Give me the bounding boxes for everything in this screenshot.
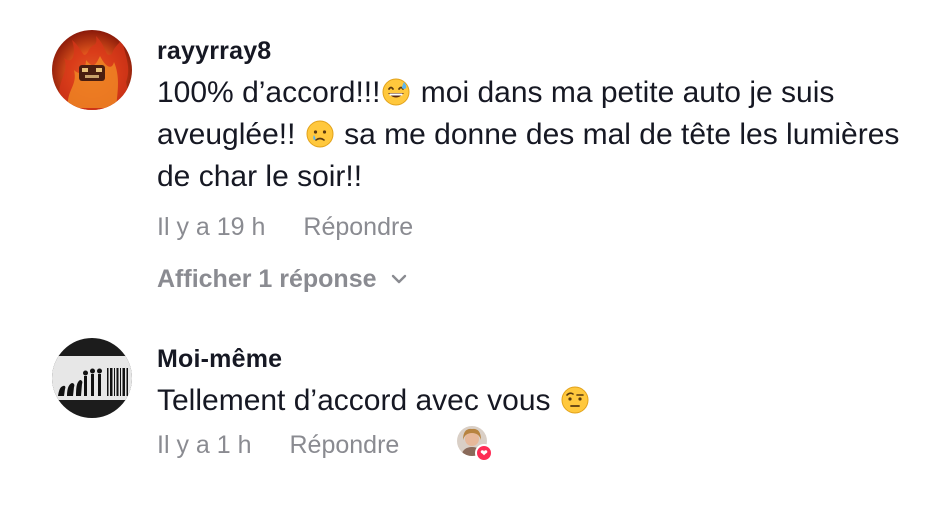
comment-text-part: 100% d’accord!!!	[157, 76, 381, 109]
reply-button[interactable]: Répondre	[303, 213, 413, 241]
comment-timestamp: Il y a 1 h	[157, 431, 252, 459]
comment-text: Tellement d’accord avec vous	[157, 380, 922, 422]
creator-liked-badge: ❤	[457, 426, 493, 462]
heart-icon: ❤	[475, 444, 493, 462]
comment-item: Moi-même Tellement d’accord avec vous Il…	[0, 320, 952, 508]
comment-meta: Il y a 19 h Répondre	[157, 212, 922, 242]
comment-timestamp: Il y a 19 h	[157, 213, 266, 241]
crying-face-emoji-icon	[306, 120, 334, 148]
view-replies-button[interactable]: Afficher 1 réponse	[157, 264, 922, 294]
comment-item: rayyrray8 100% d’accord!!! moi dans ma p…	[0, 0, 952, 320]
comment-text: 100% d’accord!!! moi dans ma petite auto…	[157, 72, 922, 198]
grinning-sweat-emoji-icon	[382, 78, 410, 106]
evolution-avatar-icon	[52, 338, 132, 418]
comment-text-part: Tellement d’accord avec vous	[157, 384, 559, 417]
chevron-down-icon	[391, 274, 406, 284]
raised-eyebrow-emoji-icon	[561, 386, 589, 414]
comment-meta: Il y a 1 h Répondre ❤	[157, 426, 922, 462]
flame-avatar-icon	[52, 30, 132, 110]
avatar[interactable]	[52, 338, 132, 418]
view-replies-label: Afficher 1 réponse	[157, 265, 377, 293]
avatar[interactable]	[52, 30, 132, 110]
comment-username[interactable]: rayyrray8	[157, 36, 922, 66]
reply-button[interactable]: Répondre	[290, 431, 400, 459]
comment-username[interactable]: Moi-même	[157, 344, 922, 374]
